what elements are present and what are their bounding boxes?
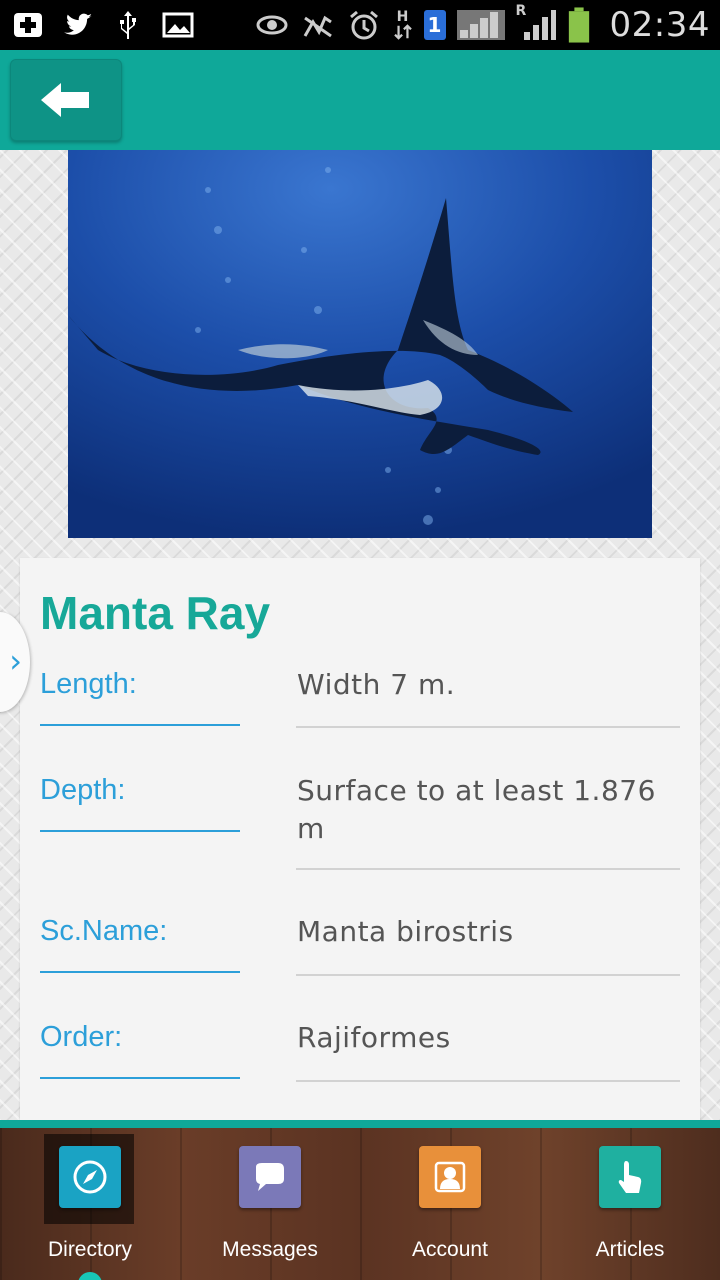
species-info-card: Manta Ray Length: Width 7 m. Depth: Surf… (20, 558, 700, 1120)
eye-icon (254, 7, 290, 43)
nav-label: Articles (595, 1238, 665, 1261)
active-indicator (78, 1272, 102, 1280)
field-value: Width 7 m. (297, 668, 456, 701)
person-icon (419, 1146, 481, 1208)
species-name: Manta Ray (40, 587, 271, 639)
notification-icons (10, 7, 196, 43)
roaming-signal-icon: R (516, 3, 556, 43)
signal-icon (456, 7, 506, 43)
value-divider (296, 1080, 680, 1082)
touch-hand-icon (599, 1146, 661, 1208)
sim-icon: 1 (423, 10, 446, 40)
label-underline (40, 724, 240, 726)
field-value: Rajiformes (297, 1021, 451, 1054)
field-value: Surface to at least 1.876 m (297, 774, 656, 845)
chat-bubble-icon (239, 1146, 301, 1208)
nav-item-articles[interactable]: Articles (540, 1128, 720, 1280)
chevron-right-icon: › (9, 642, 22, 680)
battery-icon (566, 7, 592, 43)
field-label: Depth: (40, 774, 126, 806)
bottom-navigation: Directory Messages Account Articles (0, 1120, 720, 1280)
plus-box-icon (10, 7, 46, 43)
no-signal-icon (300, 7, 336, 43)
compass-icon (59, 1146, 121, 1208)
nav-label: Directory (47, 1238, 132, 1261)
field-label: Length: (40, 668, 137, 700)
action-bar (0, 50, 720, 150)
field-label: Order: (40, 1021, 123, 1053)
twitter-icon (60, 7, 96, 43)
nav-item-directory[interactable]: Directory (0, 1128, 180, 1280)
arrow-left-icon (39, 80, 93, 120)
nav-item-account[interactable]: Account (360, 1128, 540, 1280)
nav-label: Account (412, 1238, 488, 1261)
label-underline (40, 830, 240, 832)
label-underline (40, 971, 240, 973)
alarm-icon (346, 7, 382, 43)
nav-item-messages[interactable]: Messages (180, 1128, 360, 1280)
nav-label: Messages (222, 1238, 318, 1261)
system-icons: H 1 R 02:34 (254, 3, 710, 45)
back-button[interactable] (10, 59, 122, 141)
manta-ray-illustration (68, 150, 652, 538)
species-photo (68, 150, 652, 538)
value-divider (296, 726, 680, 728)
field-value: Manta birostris (297, 915, 514, 948)
clock: 02:34 (609, 5, 710, 45)
data-arrows-icon: H (392, 7, 414, 43)
label-underline (40, 1077, 240, 1079)
field-label: Sc.Name: (40, 915, 168, 947)
usb-icon (110, 7, 146, 43)
image-icon (160, 7, 196, 43)
value-divider (296, 974, 680, 976)
status-bar: H 1 R 02:34 (0, 0, 720, 50)
value-divider (296, 868, 680, 870)
